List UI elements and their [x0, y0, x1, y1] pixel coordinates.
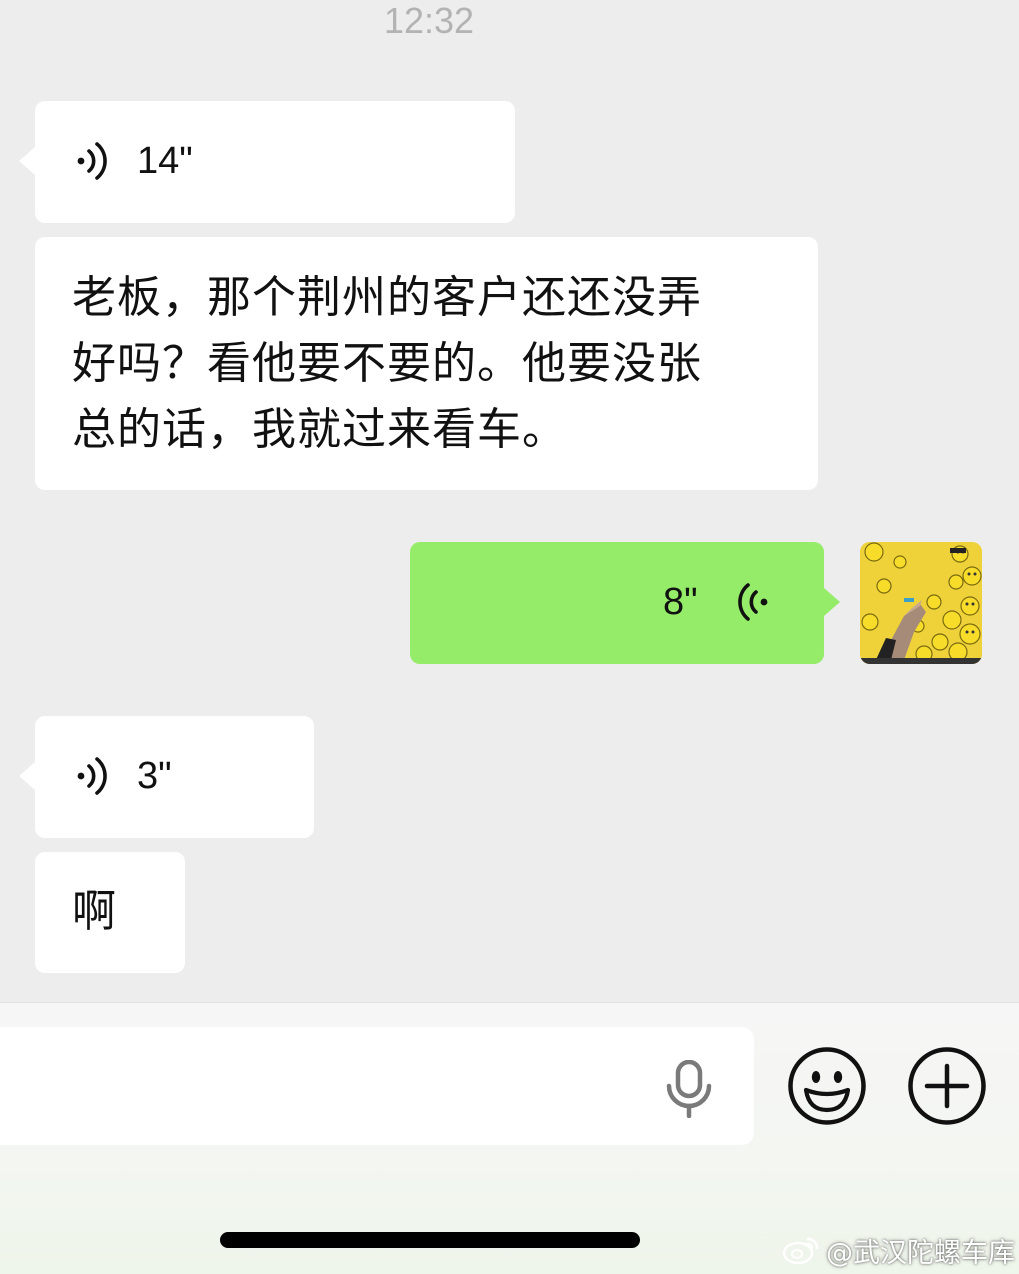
incoming-voice-message[interactable]: 14" — [19, 101, 515, 223]
message-text: 啊 — [72, 879, 117, 945]
incoming-text-message[interactable]: 老板，那个荆州的客户还还没弄 好吗？看他要不要的。他要没张 总的话，我就过来看车… — [35, 237, 818, 490]
outgoing-voice-message[interactable]: 8" — [410, 542, 840, 664]
voice-duration: 8" — [663, 581, 698, 623]
voice-wave-icon — [732, 582, 772, 622]
user-avatar[interactable] — [860, 542, 982, 664]
weibo-icon — [782, 1237, 819, 1265]
voice-wave-icon — [73, 141, 113, 181]
message-input[interactable] — [0, 1027, 754, 1145]
message-timestamp: 12:32 — [383, 0, 475, 41]
incoming-text-message[interactable]: 啊 — [35, 852, 185, 973]
voice-wave-icon — [73, 756, 113, 796]
plus-icon — [908, 1047, 986, 1125]
watermark: @武汉陀螺车库 — [782, 1230, 1015, 1270]
message-line: 总的话，我就过来看车。 — [72, 404, 567, 455]
voice-duration: 3" — [137, 755, 172, 797]
more-options-button[interactable] — [907, 1046, 987, 1126]
message-line: 好吗？看他要不要的。他要没张 — [72, 338, 702, 389]
incoming-voice-message[interactable]: 3" — [19, 716, 314, 838]
message-text: 老板，那个荆州的客户还还没弄 好吗？看他要不要的。他要没张 总的话，我就过来看车… — [72, 265, 702, 463]
microphone-icon[interactable] — [662, 1060, 716, 1118]
emoji-button[interactable] — [787, 1046, 867, 1126]
message-line: 老板，那个荆州的客户还还没弄 — [72, 272, 702, 323]
message-line: 啊 — [72, 886, 117, 937]
watermark-text: @武汉陀螺车库 — [826, 1237, 1015, 1269]
emoji-icon — [788, 1047, 866, 1125]
voice-duration: 14" — [137, 140, 193, 182]
home-indicator — [220, 1232, 640, 1248]
